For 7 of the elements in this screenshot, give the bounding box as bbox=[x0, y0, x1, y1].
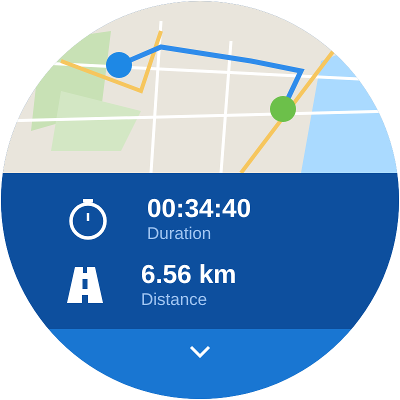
stopwatch-icon bbox=[67, 197, 109, 241]
stat-value: 6.56 km bbox=[141, 259, 236, 289]
stat-label: Duration bbox=[147, 223, 212, 245]
stat-label: Distance bbox=[141, 289, 208, 311]
chevron-down-icon bbox=[189, 345, 211, 359]
stat-value: 00:34:40 bbox=[147, 193, 252, 223]
road-icon bbox=[67, 267, 103, 303]
